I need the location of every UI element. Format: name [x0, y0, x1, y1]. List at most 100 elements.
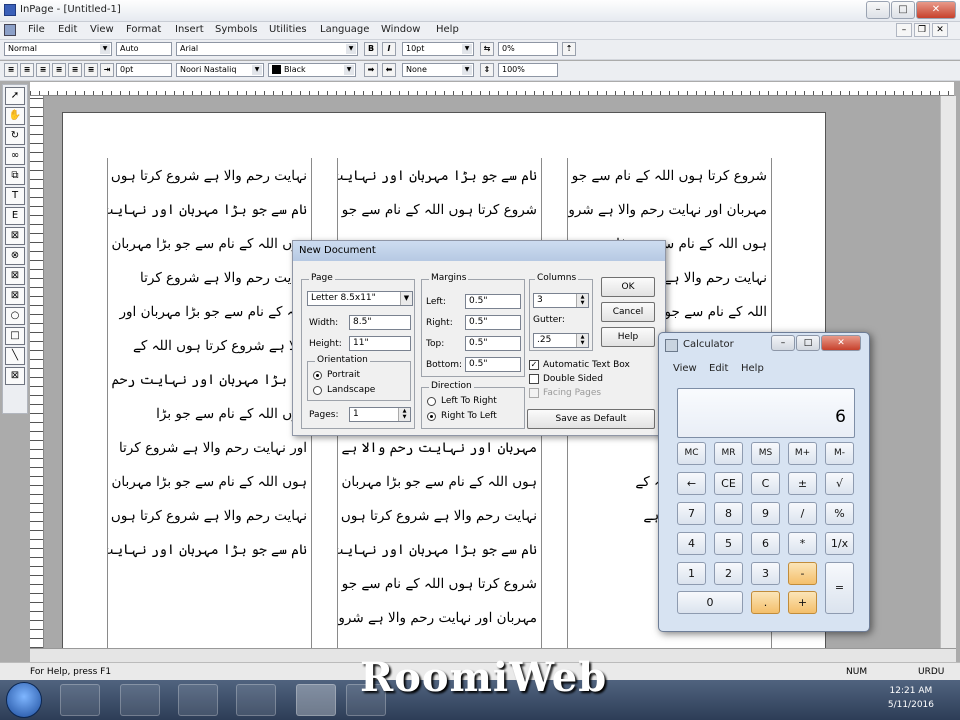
menu-symbols[interactable]: Symbols — [215, 24, 257, 35]
circle-tool-icon[interactable]: ○ — [5, 307, 25, 325]
menu-language[interactable]: Language — [320, 24, 369, 35]
calc-key-row2-1[interactable]: 8 — [714, 502, 743, 525]
justify-last-icon[interactable]: ≡ — [84, 63, 98, 77]
rtl-direction-icon[interactable]: ➡ — [364, 63, 378, 77]
menu-help[interactable]: Help — [436, 24, 459, 35]
document-icon[interactable] — [4, 24, 16, 36]
calc-key-row1-2[interactable]: C — [751, 472, 780, 495]
justify-icon[interactable]: ≡ — [52, 63, 66, 77]
calc-menu-help[interactable]: Help — [741, 363, 764, 374]
rtl-radio[interactable] — [427, 412, 436, 421]
ok-button[interactable]: OK — [601, 277, 655, 297]
menu-window[interactable]: Window — [381, 24, 420, 35]
page-size-select[interactable]: Letter 8.5x11" ▼ — [307, 291, 413, 306]
table-tool-icon[interactable]: ⊠ — [5, 367, 25, 385]
menu-file[interactable]: File — [28, 24, 45, 35]
calc-key-dot[interactable]: . — [751, 591, 780, 614]
auto-select[interactable]: Auto — [116, 42, 172, 56]
calc-maximize-button[interactable]: □ — [796, 335, 820, 351]
font-select[interactable]: Arial ▼ — [176, 42, 358, 56]
landscape-radio[interactable] — [313, 386, 322, 395]
menu-view[interactable]: View — [90, 24, 114, 35]
text-box-tool-icon[interactable]: E — [5, 207, 25, 225]
height-field[interactable]: 11" — [349, 336, 411, 351]
doc-restore-button[interactable]: ❐ — [914, 23, 930, 37]
width-field[interactable]: 8.5" — [349, 315, 411, 330]
text-column-1[interactable]: نہایت رحم والا ہے شروع کرتا ہوں اللہ کے ن… — [107, 158, 312, 653]
double-sided-checkbox[interactable] — [529, 374, 539, 384]
graphic-box-tool-icon[interactable]: ⊠ — [5, 227, 25, 245]
calc-key-row1-4[interactable]: √ — [825, 472, 854, 495]
polygon-tool-icon[interactable]: ⊠ — [5, 287, 25, 305]
calc-close-button[interactable]: ✕ — [821, 335, 861, 351]
help-button[interactable]: Help — [601, 327, 655, 347]
calc-menu-edit[interactable]: Edit — [709, 363, 728, 374]
calc-key-row_mem-1[interactable]: MR — [714, 442, 743, 465]
pointer-tool-icon[interactable]: ➚ — [5, 87, 25, 105]
hand-tool-icon[interactable]: ✋ — [5, 107, 25, 125]
tracking-select[interactable]: 0% — [498, 42, 558, 56]
calc-key-row4-1[interactable]: 2 — [714, 562, 743, 585]
line-tool-icon[interactable]: ╲ — [5, 347, 25, 365]
text-tool-icon[interactable]: T — [5, 187, 25, 205]
gutter-field[interactable]: .25 ▲ ▼ — [533, 333, 589, 348]
align-center-icon[interactable]: ≡ — [20, 63, 34, 77]
bottom-margin-field[interactable]: 0.5" — [465, 357, 521, 372]
calc-key-row2-4[interactable]: % — [825, 502, 854, 525]
up-arrow-button[interactable]: ⇡ — [562, 42, 576, 56]
cancel-button[interactable]: Cancel — [601, 302, 655, 322]
system-clock[interactable]: 12:21 AM 5/11/2016 — [888, 684, 934, 712]
size-select[interactable]: 10pt ▼ — [402, 42, 474, 56]
vertical-scrollbar[interactable] — [940, 96, 956, 648]
doc-minimize-button[interactable]: – — [896, 23, 912, 37]
ltr-direction-icon[interactable]: ⬅ — [382, 63, 396, 77]
calc-key-row1-1[interactable]: CE — [714, 472, 743, 495]
calc-key-row2-3[interactable]: / — [788, 502, 817, 525]
menu-insert[interactable]: Insert — [175, 24, 204, 35]
calc-key-row4-2[interactable]: 3 — [751, 562, 780, 585]
menu-edit[interactable]: Edit — [58, 24, 77, 35]
calc-key-row3-2[interactable]: 6 — [751, 532, 780, 555]
save-as-default-button[interactable]: Save as Default — [527, 409, 655, 429]
rotate-tool-icon[interactable]: ↻ — [5, 127, 25, 145]
urdu-font-select[interactable]: Noori Nastaliq ▼ — [176, 63, 264, 77]
inpage-taskbar-icon[interactable] — [296, 684, 336, 716]
explorer-taskbar-icon[interactable] — [120, 684, 160, 716]
minimize-button[interactable]: – — [866, 1, 890, 19]
align-right-icon[interactable]: ≡ — [4, 63, 18, 77]
auto-text-box-checkbox[interactable]: ✓ — [529, 360, 539, 370]
indent-icon[interactable]: ⇥ — [100, 63, 114, 77]
rect-graphic-tool-icon[interactable]: ⊠ — [5, 267, 25, 285]
calc-key-row2-2[interactable]: 9 — [751, 502, 780, 525]
chrome-taskbar-icon[interactable] — [236, 684, 276, 716]
italic-button[interactable]: I — [382, 42, 396, 56]
calc-key-row3-0[interactable]: 4 — [677, 532, 706, 555]
tracking-icon[interactable]: ⇆ — [480, 42, 494, 56]
calc-key-row1-3[interactable]: ± — [788, 472, 817, 495]
calc-key-row_mem-3[interactable]: M+ — [788, 442, 817, 465]
calc-minimize-button[interactable]: – — [771, 335, 795, 351]
align-left-icon[interactable]: ≡ — [36, 63, 50, 77]
columns-field[interactable]: 3 ▲ ▼ — [533, 293, 589, 308]
none-select[interactable]: None ▼ — [402, 63, 474, 77]
calc-key-row4-0[interactable]: 1 — [677, 562, 706, 585]
calc-key-0[interactable]: 0 — [677, 591, 743, 614]
doc-close-button[interactable]: ✕ — [932, 23, 948, 37]
close-button[interactable]: ✕ — [916, 1, 956, 19]
maximize-button[interactable]: □ — [891, 1, 915, 19]
unlink-tool-icon[interactable]: ⧉ — [5, 167, 25, 185]
left-margin-field[interactable]: 0.5" — [465, 294, 521, 309]
right-margin-field[interactable]: 0.5" — [465, 315, 521, 330]
calc-key-row3-4[interactable]: 1/x — [825, 532, 854, 555]
calc-key-row_mem-0[interactable]: MC — [677, 442, 706, 465]
facing-pages-checkbox[interactable] — [529, 388, 539, 398]
calc-key-plus[interactable]: + — [788, 591, 817, 614]
pages-field[interactable]: 1 ▲ ▼ — [349, 407, 411, 422]
oval-graphic-tool-icon[interactable]: ⊗ — [5, 247, 25, 265]
ltr-radio[interactable] — [427, 397, 436, 406]
calc-key-row1-0[interactable]: ← — [677, 472, 706, 495]
calc-key-equals[interactable]: = — [825, 562, 854, 614]
spacing-field[interactable]: 0pt — [116, 63, 172, 77]
bold-button[interactable]: B — [364, 42, 378, 56]
calc-key-row3-1[interactable]: 5 — [714, 532, 743, 555]
